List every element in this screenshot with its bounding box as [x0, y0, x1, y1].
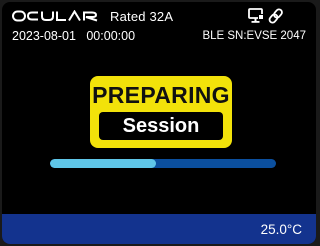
status-subtitle: Session — [99, 112, 223, 140]
date-time: 2023-08-01 00:00:00 — [12, 29, 136, 43]
status-panel: PREPARING Session — [90, 76, 232, 148]
charger-screen: Rated 32A 2023-08-01 00:00:00 BLE SN:EVS… — [2, 2, 316, 244]
temperature-readout: 25.0°C — [260, 222, 302, 237]
footer-bar: 25.0°C — [2, 214, 316, 244]
monitor-icon — [248, 8, 264, 23]
progress-bar — [50, 159, 276, 168]
rated-current: Rated 32A — [110, 9, 174, 24]
ble-serial-number: BLE SN:EVSE 2047 — [202, 30, 306, 42]
progress-fill — [50, 159, 157, 168]
status-title: PREPARING — [92, 82, 230, 108]
link-icon — [268, 8, 283, 24]
brand-logo — [12, 10, 98, 22]
